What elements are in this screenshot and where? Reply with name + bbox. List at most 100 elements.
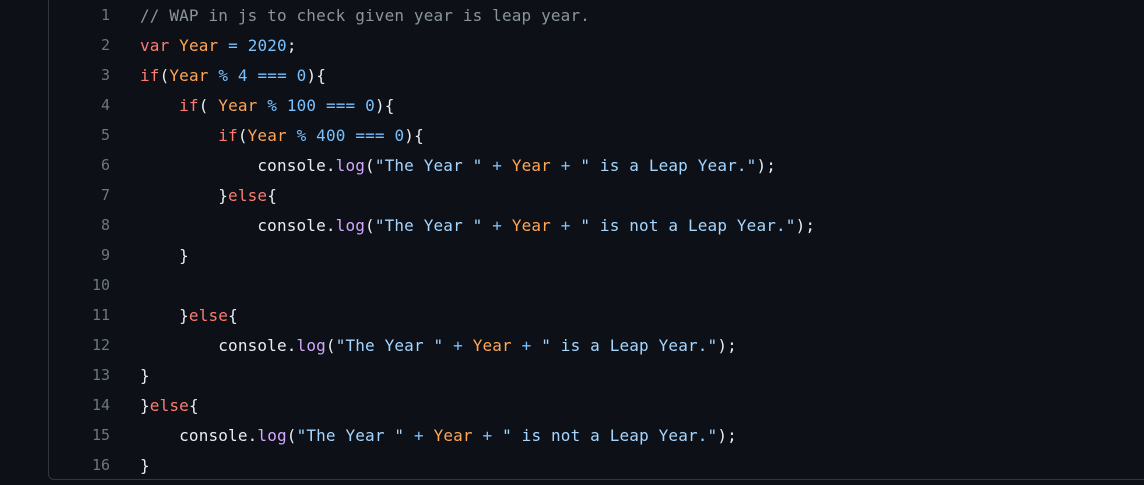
code-token: ( <box>325 335 336 355</box>
code-token: + <box>521 335 532 355</box>
code-token: "The Year " <box>374 155 483 175</box>
line-number[interactable]: 10 <box>0 276 110 294</box>
code-token: === <box>355 125 385 145</box>
code-token: ( <box>159 65 170 85</box>
code-line: 16} <box>0 450 1144 480</box>
code-token: log <box>335 155 366 175</box>
code-text: } <box>140 246 189 265</box>
line-number[interactable]: 3 <box>0 66 110 84</box>
code-line: 14}else{ <box>0 390 1144 420</box>
code-text: }else{ <box>140 306 238 325</box>
line-number[interactable]: 8 <box>0 216 110 234</box>
code-token: + <box>453 335 463 355</box>
code-token: " is a Leap Year." <box>541 335 718 355</box>
code-token: if <box>179 95 199 115</box>
code-token: ( <box>198 95 219 115</box>
code-token: % <box>296 125 307 145</box>
code-token: 4 <box>237 65 248 85</box>
line-number[interactable]: 9 <box>0 246 110 264</box>
code-token: "The Year " <box>335 335 444 355</box>
code-token: % <box>218 65 229 85</box>
code-token: { <box>188 395 199 415</box>
code-token: 2020 <box>247 35 287 55</box>
code-token: else <box>228 185 268 205</box>
code-token: ( <box>365 215 375 235</box>
line-number[interactable]: 6 <box>0 156 110 174</box>
code-text: // WAP in js to check given year is leap… <box>140 6 590 25</box>
code-token: { <box>228 305 238 325</box>
code-token: ); <box>795 215 816 235</box>
code-token: ; <box>286 35 297 55</box>
line-number[interactable]: 16 <box>0 456 110 474</box>
code-token: console. <box>140 155 336 175</box>
code-token: " is not a Leap Year." <box>580 215 796 235</box>
code-line: 15 console.log("The Year " + Year + " is… <box>0 420 1144 450</box>
code-token: + <box>413 425 424 445</box>
code-token: ); <box>717 425 737 445</box>
code-token: log <box>296 335 326 355</box>
code-token: console. <box>140 425 258 445</box>
code-token: log <box>257 425 287 445</box>
code-token: } <box>140 185 229 205</box>
line-number[interactable]: 1 <box>0 6 110 24</box>
line-number[interactable]: 13 <box>0 366 110 384</box>
code-token: ){ <box>374 95 395 115</box>
line-number[interactable]: 7 <box>0 186 110 204</box>
code-token: 0 <box>394 125 405 145</box>
line-number[interactable]: 15 <box>0 426 110 444</box>
code-text: console.log("The Year " + Year + " is no… <box>140 426 737 445</box>
code-text: console.log("The Year " + Year + " is a … <box>140 336 737 355</box>
code-token: var <box>140 35 170 55</box>
code-token: 0 <box>296 65 307 85</box>
code-token: ){ <box>404 125 424 145</box>
line-number[interactable]: 2 <box>0 36 110 54</box>
code-token: } <box>140 455 150 475</box>
code-line: 11 }else{ <box>0 300 1144 330</box>
code-token: ( <box>237 125 248 145</box>
line-number[interactable]: 14 <box>0 396 110 414</box>
line-number[interactable]: 12 <box>0 336 110 354</box>
code-token: } <box>140 365 150 385</box>
code-line: 7 }else{ <box>0 180 1144 210</box>
code-token: Year <box>218 95 258 115</box>
line-number[interactable]: 4 <box>0 96 110 114</box>
code-token: Year <box>247 125 287 145</box>
code-token: ( <box>365 155 375 175</box>
code-token: if <box>140 65 160 85</box>
code-text: } <box>140 366 150 385</box>
code-token: = <box>228 35 238 55</box>
code-token: console. <box>140 215 336 235</box>
line-number[interactable]: 11 <box>0 306 110 324</box>
line-number[interactable]: 5 <box>0 126 110 144</box>
code-token: if <box>218 125 238 145</box>
code-token: Year <box>472 335 512 355</box>
code-line: 8 console.log("The Year " + Year + " is … <box>0 210 1144 240</box>
code-token: } <box>140 395 150 415</box>
code-text: } <box>140 456 150 475</box>
code-token: Year <box>433 425 473 445</box>
code-token: === <box>325 95 356 115</box>
code-token: + <box>492 215 503 235</box>
code-line: 1 // WAP in js to check given year is lea… <box>0 0 1144 30</box>
